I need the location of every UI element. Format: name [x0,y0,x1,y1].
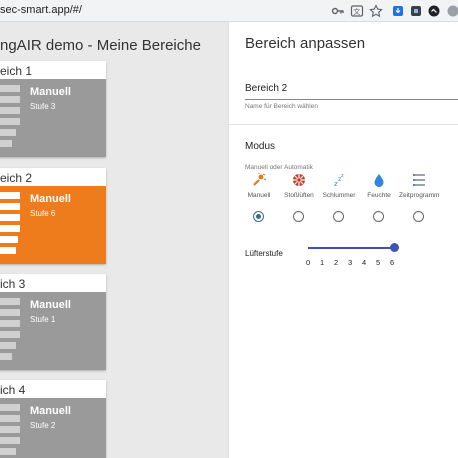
sleep-icon: zz z [334,173,344,188]
mode-label: Schlummer [322,192,356,199]
area-card-header: ich 4 [0,383,26,397]
humidity-drop-icon [374,174,384,187]
modus-hint: Manuell oder Automatik [245,164,313,171]
mode-radio-stossluften[interactable] [293,211,304,222]
areas-panel: ngAIR demo - Meine Bereiche eich 1 Manue… [0,22,228,458]
mode-radio-feuchte[interactable] [373,211,384,222]
address-bar[interactable]: sec-smart.app/#/ [0,4,82,16]
area-name-hint: Name für Bereich wählen [245,103,318,110]
area-card-body[interactable]: Manuell Stufe 3 [0,79,106,157]
key-icon[interactable] [331,4,345,18]
fan-tick: 2 [334,258,339,267]
area-level: Stufe 6 [30,209,56,218]
mode-radio-manuell[interactable] [253,211,264,222]
area-card-body[interactable]: Manuell Stufe 2 [0,398,106,458]
area-card-header: eich 1 [0,64,33,78]
mode-option-feuchte[interactable]: Feuchte [359,172,399,199]
translate-icon[interactable]: 文 [350,4,364,18]
fan-level-bars-icon [0,85,22,149]
mode-option-manuell[interactable]: Manuell [239,172,279,199]
mode-label: Zeitprogramm [399,192,440,199]
area-mode: Manuell [30,405,71,417]
area-level: Stufe 1 [30,315,56,324]
area-card-header: ich 3 [0,277,26,291]
edit-area-panel: Bereich anpassen Bereich 2 Name für Bere… [228,22,458,458]
fan-level-label: Lüfterstufe [245,249,283,258]
browser-toolbar: sec-smart.app/#/ 文 [0,0,458,22]
extension-circle-icon[interactable] [427,4,441,18]
mode-selector: Manuell Stoßlüften zzz Schlummer Feuchte… [239,172,458,242]
fan-level-bars-icon [0,192,22,256]
mode-radio-zeitprogramm[interactable] [413,211,424,222]
svg-text:文: 文 [353,7,360,16]
mode-label: Manuell [247,192,271,199]
fan-tick: 0 [306,258,311,267]
area-card-header: eich 2 [0,171,33,185]
area-mode: Manuell [30,86,71,98]
fan-level-bars-icon [0,404,22,458]
area-card-1[interactable]: eich 1 Manuell Stufe 3 [0,61,106,157]
svg-text:z: z [341,173,344,179]
area-mode: Manuell [30,193,71,205]
fan-level-slider-track[interactable] [308,247,394,249]
fan-level-bars-icon [0,298,22,362]
area-name-input[interactable]: Bereich 2 [245,83,287,94]
area-level: Stufe 2 [30,421,56,430]
area-card-2[interactable]: eich 2 Manuell Stufe 6 [0,168,106,264]
schedule-icon [413,174,425,186]
area-card-4[interactable]: ich 4 Manuell Stufe 2 [0,380,106,458]
fan-tick: 3 [348,258,353,267]
panel-title: Bereich anpassen [245,35,366,52]
fan-tick: 6 [390,258,395,267]
fan-tick: 1 [320,258,325,267]
mode-option-stossluften[interactable]: Stoßlüften [279,172,319,199]
mode-radio-schlummer[interactable] [333,211,344,222]
star-bookmark-icon[interactable] [369,4,383,18]
page-title: ngAIR demo - Meine Bereiche [0,37,201,54]
area-mode: Manuell [30,299,71,311]
extension-shield-icon[interactable] [409,4,423,18]
modus-title: Modus [245,141,276,152]
fan-level-slider-thumb[interactable] [390,243,399,252]
mode-label: Feuchte [367,192,391,199]
section-divider [229,124,458,125]
area-card-3[interactable]: ich 3 Manuell Stufe 1 [0,274,106,370]
area-level: Stufe 3 [30,102,56,111]
area-card-body[interactable]: Manuell Stufe 6 [0,186,106,264]
fan-tick: 5 [376,258,381,267]
fan-level-ticks: 0 1 2 3 4 5 6 [304,258,404,268]
burst-ventilation-icon [293,174,305,186]
mode-option-zeitprogramm[interactable]: Zeitprogramm [399,172,439,199]
profile-icon[interactable] [446,4,458,18]
mode-label: Stoßlüften [284,192,314,199]
mode-option-schlummer[interactable]: zzz Schlummer [319,172,359,199]
extension-download-icon[interactable] [391,4,405,18]
area-name-underline [245,99,458,100]
manual-fan-icon [253,173,267,186]
fan-tick: 4 [362,258,367,267]
area-card-body[interactable]: Manuell Stufe 1 [0,292,106,370]
